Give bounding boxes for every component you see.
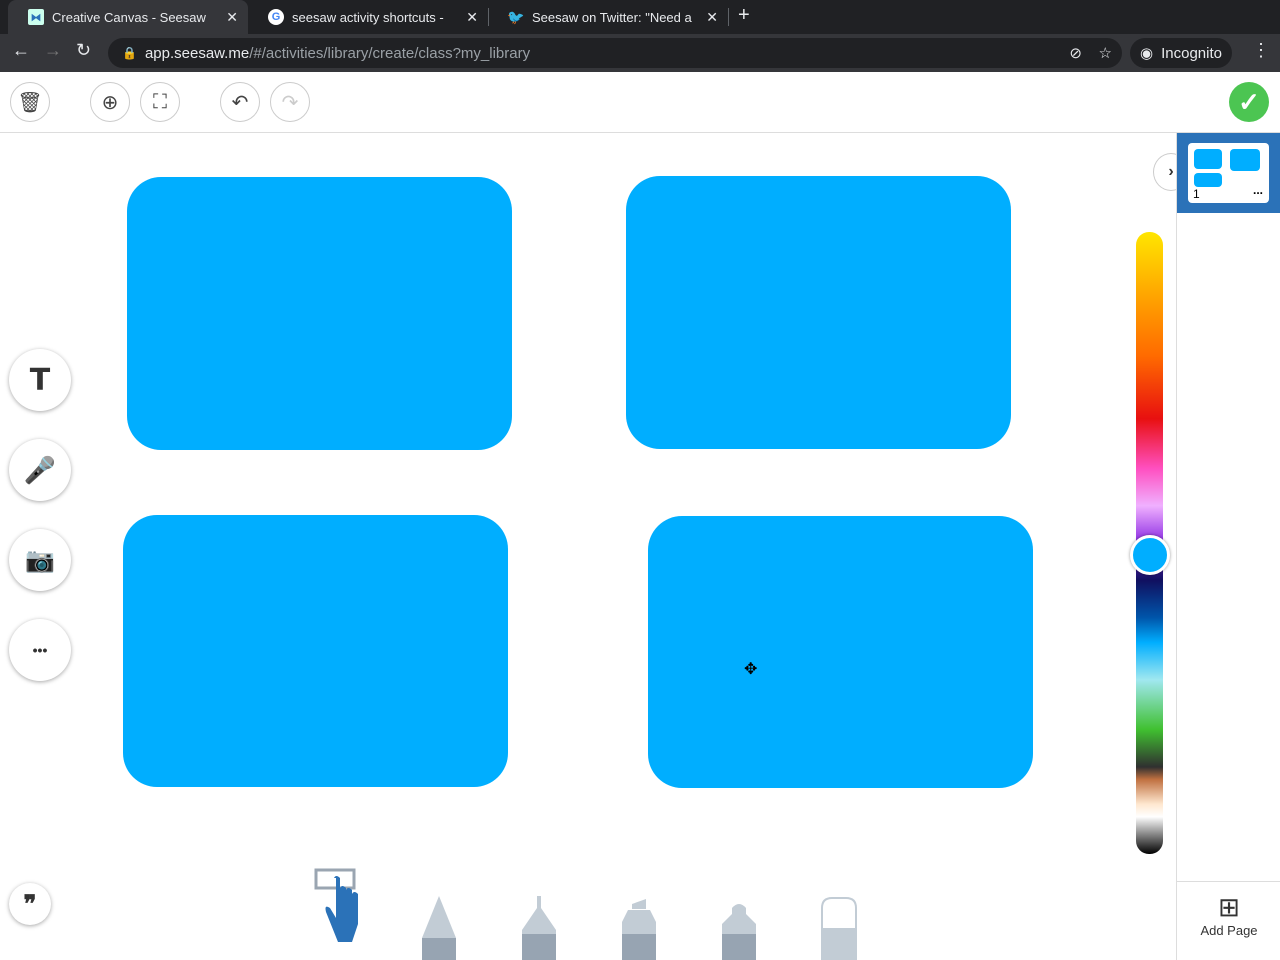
page-more-menu[interactable]: ... bbox=[1253, 183, 1263, 197]
selected-color-knob[interactable] bbox=[1130, 535, 1170, 575]
text-icon: T bbox=[29, 362, 51, 398]
tracking-eye-off-icon[interactable]: ⊘ bbox=[1069, 44, 1082, 62]
select-tool-button[interactable] bbox=[312, 866, 370, 960]
camera-button[interactable]: 📷 bbox=[9, 529, 71, 591]
hand-select-icon bbox=[314, 868, 358, 942]
delete-button[interactable]: 🗑 bbox=[10, 82, 50, 122]
tab-twitter[interactable]: 🐦 Seesaw on Twitter: "Need a ✕ bbox=[488, 0, 728, 34]
microphone-icon: 🎤 bbox=[23, 454, 57, 485]
close-tab-icon[interactable]: ✕ bbox=[226, 9, 238, 26]
fullscreen-icon: ⛶ bbox=[153, 90, 167, 113]
canvas-shape-top-right[interactable] bbox=[626, 176, 1011, 449]
close-tab-icon[interactable]: ✕ bbox=[466, 9, 478, 26]
camera-icon: 📷 bbox=[25, 546, 55, 574]
tab-google-search[interactable]: G seesaw activity shortcuts - ✕ bbox=[248, 0, 488, 34]
new-tab-icon[interactable]: + bbox=[738, 4, 750, 27]
incognito-icon: ◉ bbox=[1140, 45, 1154, 62]
done-button[interactable]: ✓ bbox=[1229, 82, 1269, 122]
undo-button[interactable]: ↶ bbox=[220, 82, 260, 122]
eraser-tool-button[interactable] bbox=[818, 894, 860, 960]
google-favicon-icon: G bbox=[268, 9, 284, 25]
voice-record-button[interactable]: 🎤 bbox=[9, 439, 71, 501]
lock-icon: 🔒 bbox=[122, 46, 137, 60]
move-cursor-icon: ✥ bbox=[744, 661, 758, 678]
page-thumbnail-selected[interactable]: 1 ... bbox=[1177, 133, 1280, 213]
page-thumbnail[interactable]: 1 ... bbox=[1188, 143, 1269, 203]
zoom-button[interactable]: ⊕ bbox=[90, 82, 130, 122]
browser-menu-icon[interactable]: ⋮ bbox=[1252, 40, 1270, 61]
chevron-right-icon: › bbox=[1168, 163, 1174, 180]
pencil-tool-button[interactable] bbox=[418, 894, 460, 960]
canvas-shape-bottom-left[interactable] bbox=[123, 515, 508, 787]
close-tab-icon[interactable]: ✕ bbox=[706, 9, 718, 26]
glitter-pen-tool-button[interactable] bbox=[718, 894, 760, 960]
redo-button[interactable]: ↷ bbox=[270, 82, 310, 122]
bookmark-star-icon[interactable]: ☆ bbox=[1099, 44, 1112, 62]
incognito-badge[interactable]: ◉ Incognito bbox=[1130, 38, 1232, 68]
highlighter-tool-button[interactable] bbox=[618, 894, 660, 960]
add-page-icon: ⊞ bbox=[1218, 892, 1240, 922]
browser-tab-bar: ⧓ Creative Canvas - Seesaw ✕ G seesaw ac… bbox=[0, 0, 1280, 34]
quote-icon: ❞ bbox=[23, 890, 37, 918]
pages-panel: 1 ... ⊞ Add Page bbox=[1176, 133, 1280, 960]
back-icon[interactable]: ← bbox=[12, 40, 30, 61]
forward-icon[interactable]: → bbox=[44, 40, 62, 61]
more-tools-button[interactable]: ••• bbox=[9, 619, 71, 681]
zoom-in-icon: ⊕ bbox=[101, 91, 119, 114]
seesaw-favicon-icon: ⧓ bbox=[28, 9, 44, 25]
undo-icon: ↶ bbox=[231, 91, 249, 114]
canvas-shape-bottom-right[interactable] bbox=[648, 516, 1033, 788]
twitter-favicon-icon: 🐦 bbox=[507, 8, 525, 25]
trash-icon: 🗑 bbox=[17, 91, 43, 114]
reload-icon[interactable]: ↻ bbox=[76, 40, 91, 61]
page-number: 1 bbox=[1193, 187, 1200, 201]
editor-toolbar: 🗑 ⊕ ⛶ ↶ ↷ ✓ bbox=[0, 72, 1280, 133]
add-page-button[interactable]: ⊞ Add Page bbox=[1177, 881, 1280, 960]
tab-separator bbox=[728, 8, 729, 26]
more-icon: ••• bbox=[32, 642, 48, 658]
quote-button[interactable]: ❞ bbox=[9, 883, 51, 925]
address-bar[interactable]: 🔒 app.seesaw.me/#/activities/library/cre… bbox=[108, 38, 1122, 68]
canvas-shape-top-left[interactable] bbox=[127, 177, 512, 450]
redo-icon: ↷ bbox=[281, 91, 299, 114]
browser-nav-bar: ← → ↻ 🔒 app.seesaw.me/#/activities/libra… bbox=[0, 34, 1280, 72]
fullscreen-button[interactable]: ⛶ bbox=[140, 82, 180, 122]
text-tool-button[interactable]: T bbox=[9, 349, 71, 411]
marker-tool-button[interactable] bbox=[518, 894, 560, 960]
checkmark-icon: ✓ bbox=[1238, 86, 1260, 117]
tab-creative-canvas[interactable]: ⧓ Creative Canvas - Seesaw ✕ bbox=[8, 0, 248, 34]
